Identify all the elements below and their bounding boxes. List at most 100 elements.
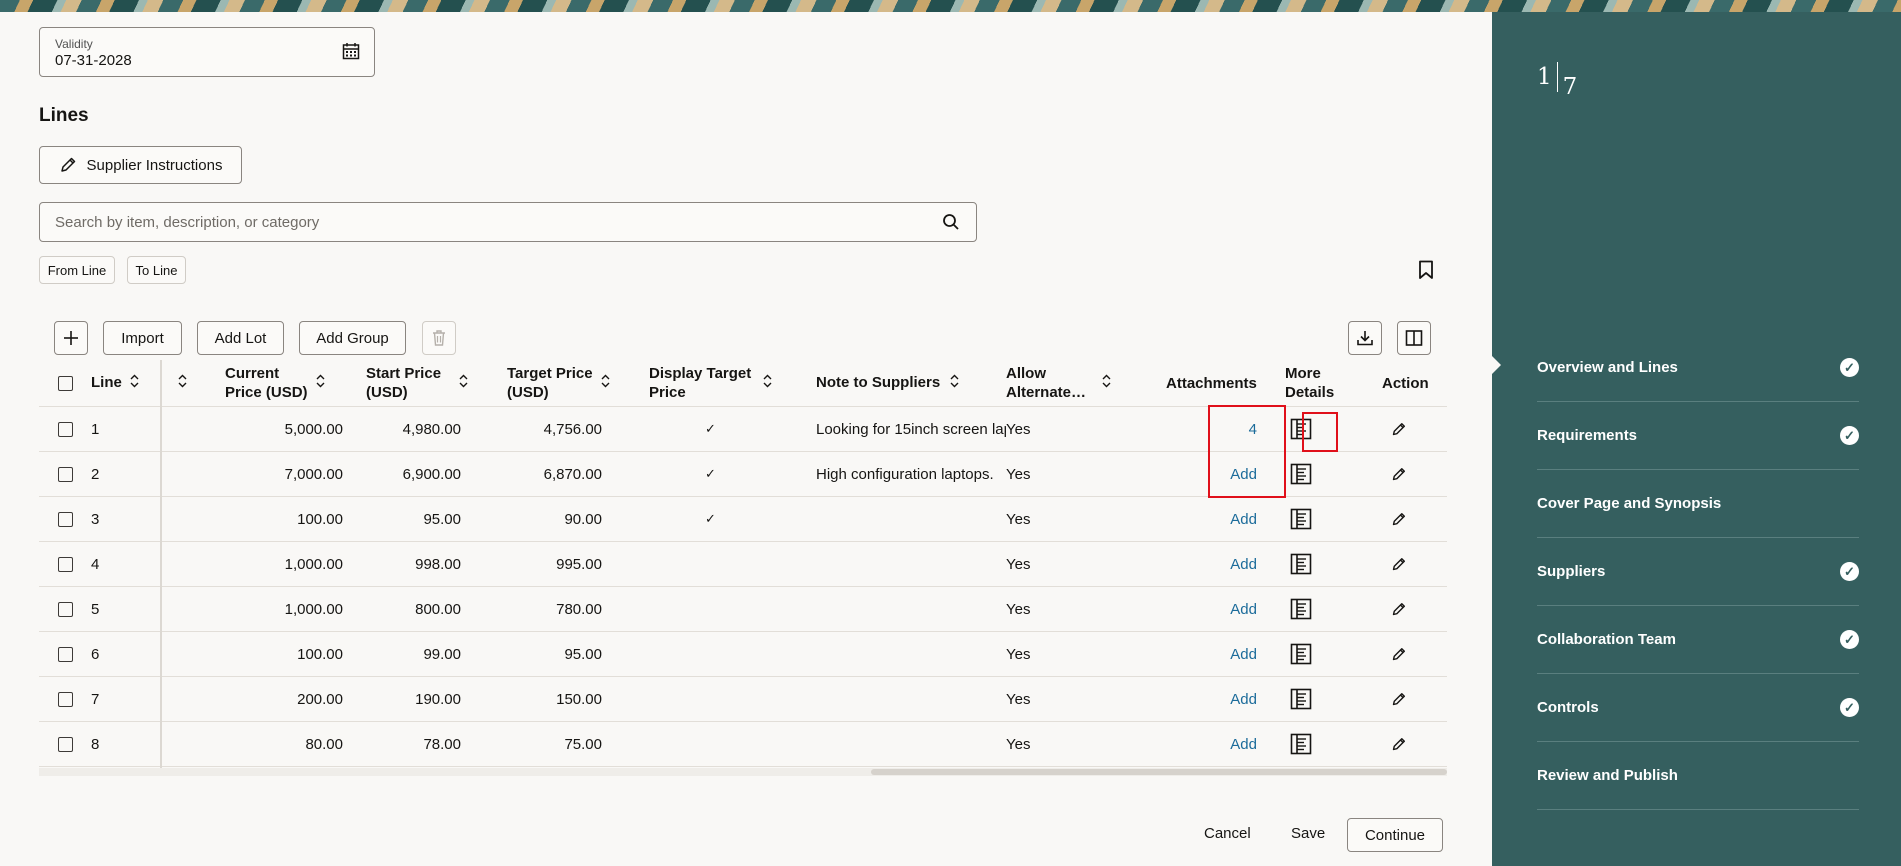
row-checkbox[interactable] — [57, 602, 73, 618]
column-header-attachments[interactable]: Attachments — [1146, 360, 1267, 407]
pencil-icon[interactable] — [1391, 601, 1447, 617]
row-checkbox-cell[interactable] — [39, 496, 91, 542]
to-line-filter[interactable]: To Line — [127, 256, 186, 284]
details-icon[interactable] — [1290, 508, 1364, 530]
add-group-button[interactable]: Add Group — [299, 321, 406, 355]
sort-icon[interactable] — [316, 374, 325, 392]
select-all-checkbox[interactable] — [57, 376, 73, 392]
row-checkbox[interactable] — [57, 692, 73, 708]
row-checkbox[interactable] — [57, 737, 73, 753]
horizontal-scrollbar[interactable] — [39, 768, 1447, 776]
edit-action-cell[interactable] — [1364, 541, 1447, 587]
table-row[interactable]: 3 100.00 95.00 90.00 ✓ Yes Add — [39, 496, 1447, 542]
row-checkbox[interactable] — [57, 512, 73, 528]
pencil-icon[interactable] — [1391, 466, 1447, 482]
table-row[interactable]: 8 80.00 78.00 75.00 Yes Add — [39, 721, 1447, 767]
column-header-start-price[interactable]: Start Price (USD) — [343, 360, 484, 407]
table-row[interactable]: 5 1,000.00 800.00 780.00 Yes Add — [39, 586, 1447, 632]
table-row[interactable]: 6 100.00 99.00 95.00 Yes Add — [39, 631, 1447, 677]
details-icon[interactable] — [1290, 598, 1364, 620]
sort-icon[interactable] — [763, 374, 772, 392]
more-details-cell[interactable] — [1267, 631, 1364, 677]
edit-action-cell[interactable] — [1364, 451, 1447, 497]
pencil-icon[interactable] — [1391, 691, 1447, 707]
row-checkbox-cell[interactable] — [39, 406, 91, 452]
edit-action-cell[interactable] — [1364, 496, 1447, 542]
sort-icon[interactable] — [950, 374, 959, 392]
attachments-link[interactable]: Add — [1146, 721, 1267, 767]
sort-icon[interactable] — [601, 374, 610, 392]
calendar-icon[interactable] — [342, 42, 360, 65]
cancel-button[interactable]: Cancel — [1204, 825, 1251, 842]
row-checkbox[interactable] — [57, 422, 73, 438]
edit-action-cell[interactable] — [1364, 406, 1447, 452]
row-checkbox-cell[interactable] — [39, 721, 91, 767]
sort-icon[interactable] — [459, 374, 468, 392]
attachments-link[interactable]: Add — [1146, 586, 1267, 632]
details-icon[interactable] — [1290, 733, 1364, 755]
more-details-cell[interactable] — [1267, 496, 1364, 542]
select-all-checkbox-cell[interactable] — [39, 360, 91, 407]
bookmark-icon[interactable] — [1418, 260, 1434, 285]
pencil-icon[interactable] — [1391, 736, 1447, 752]
column-header-display-target-price[interactable]: Display Target Price — [626, 360, 795, 407]
pencil-icon[interactable] — [1391, 556, 1447, 572]
column-header-more-details[interactable]: More Details — [1267, 360, 1364, 407]
scrollbar-thumb[interactable] — [871, 769, 1447, 775]
edit-action-cell[interactable] — [1364, 721, 1447, 767]
edit-action-cell[interactable] — [1364, 631, 1447, 677]
row-checkbox-cell[interactable] — [39, 676, 91, 722]
details-icon[interactable] — [1290, 643, 1364, 665]
validity-date-field[interactable]: Validity 07-31-2028 — [39, 27, 375, 77]
sort-icon[interactable] — [178, 374, 187, 392]
row-checkbox[interactable] — [57, 557, 73, 573]
step-item[interactable]: Collaboration Team ✓ — [1537, 606, 1859, 674]
row-checkbox-cell[interactable] — [39, 451, 91, 497]
more-details-cell[interactable] — [1267, 721, 1364, 767]
table-row[interactable]: 7 200.00 190.00 150.00 Yes Add — [39, 676, 1447, 722]
save-button[interactable]: Save — [1291, 825, 1325, 842]
sort-icon[interactable] — [1102, 374, 1111, 392]
from-line-filter[interactable]: From Line — [39, 256, 115, 284]
more-details-cell[interactable] — [1267, 586, 1364, 632]
column-header-note-to-suppliers[interactable]: Note to Suppliers — [795, 360, 1006, 407]
export-button[interactable] — [1348, 321, 1382, 355]
column-header-action[interactable]: Action — [1364, 360, 1447, 407]
details-icon[interactable] — [1290, 463, 1364, 485]
supplier-instructions-button[interactable]: Supplier Instructions — [39, 146, 242, 184]
column-header-target-price[interactable]: Target Price (USD) — [484, 360, 626, 407]
step-item[interactable]: Requirements ✓ — [1537, 402, 1859, 470]
row-checkbox-cell[interactable] — [39, 631, 91, 677]
import-button[interactable]: Import — [103, 321, 182, 355]
pencil-icon[interactable] — [1391, 421, 1447, 437]
column-header-current-price[interactable]: Current Price (USD) — [201, 360, 343, 407]
table-row[interactable]: 4 1,000.00 998.00 995.00 Yes Add — [39, 541, 1447, 587]
more-details-cell[interactable] — [1267, 541, 1364, 587]
row-checkbox[interactable] — [57, 467, 73, 483]
row-checkbox-cell[interactable] — [39, 586, 91, 632]
attachments-link[interactable]: Add — [1146, 676, 1267, 722]
pencil-icon[interactable] — [1391, 646, 1447, 662]
edit-action-cell[interactable] — [1364, 676, 1447, 722]
row-checkbox-cell[interactable] — [39, 541, 91, 587]
step-item[interactable]: Cover Page and Synopsis — [1537, 470, 1859, 538]
row-checkbox[interactable] — [57, 647, 73, 663]
column-header-allow-alternate[interactable]: Allow Alternate… — [1006, 360, 1146, 407]
details-icon[interactable] — [1290, 688, 1364, 710]
continue-button[interactable]: Continue — [1347, 818, 1443, 852]
edit-action-cell[interactable] — [1364, 586, 1447, 632]
details-icon[interactable] — [1290, 553, 1364, 575]
sort-icon[interactable] — [130, 374, 139, 392]
more-details-cell[interactable] — [1267, 676, 1364, 722]
delete-button[interactable] — [422, 321, 456, 355]
column-header-line[interactable]: Line — [91, 360, 163, 407]
columns-button[interactable] — [1397, 321, 1431, 355]
step-item[interactable]: Overview and Lines ✓ — [1537, 334, 1859, 402]
attachments-link[interactable]: Add — [1146, 541, 1267, 587]
attachments-link[interactable]: Add — [1146, 496, 1267, 542]
lines-search-input[interactable]: Search by item, description, or category — [39, 202, 977, 242]
step-item[interactable]: Suppliers ✓ — [1537, 538, 1859, 606]
step-item[interactable]: Review and Publish — [1537, 742, 1859, 810]
attachments-link[interactable]: Add — [1146, 631, 1267, 677]
column-header-blank[interactable] — [163, 360, 201, 407]
